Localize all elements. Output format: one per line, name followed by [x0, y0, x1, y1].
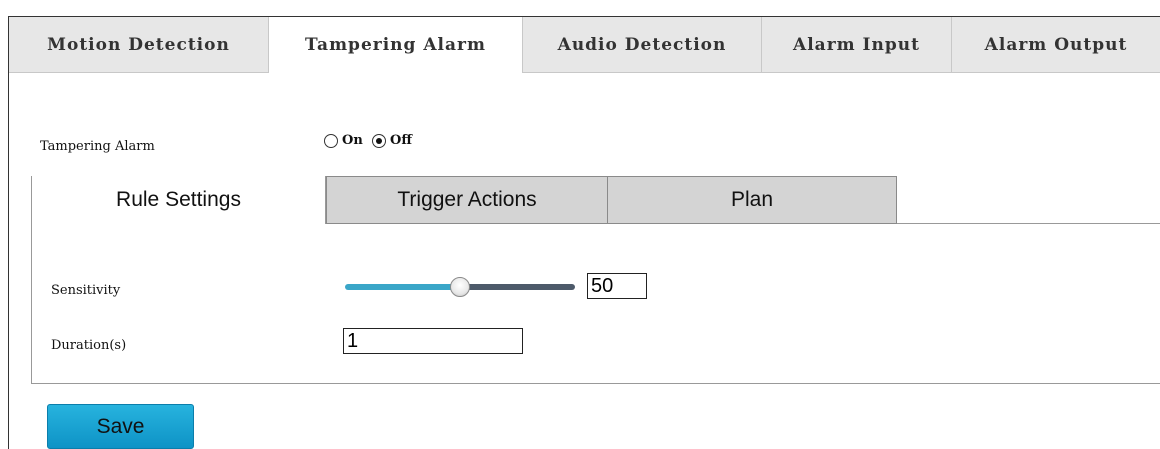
tab-trigger-actions[interactable]: Trigger Actions: [326, 176, 608, 224]
radio-on[interactable]: [324, 134, 338, 148]
sub-tab-bar: Rule Settings Trigger Actions Plan: [32, 176, 1160, 224]
save-button[interactable]: Save: [47, 404, 194, 449]
tab-motion-detection[interactable]: Motion Detection: [9, 17, 269, 72]
tab-tampering-alarm[interactable]: Tampering Alarm: [269, 17, 523, 73]
duration-input[interactable]: 1: [343, 328, 523, 354]
slider-track-empty: [460, 284, 575, 290]
tab-plan[interactable]: Plan: [608, 176, 897, 224]
tab-audio-detection[interactable]: Audio Detection: [523, 17, 762, 72]
duration-label: Duration(s): [51, 338, 127, 353]
tampering-alarm-label: Tampering Alarm: [40, 139, 155, 154]
radio-selected-dot: [376, 138, 382, 144]
tab-alarm-input[interactable]: Alarm Input: [762, 17, 952, 72]
radio-on-label: On: [342, 133, 363, 148]
tab-rule-settings[interactable]: Rule Settings: [32, 176, 326, 224]
tab-alarm-output[interactable]: Alarm Output: [952, 17, 1160, 72]
slider-track-filled: [345, 284, 460, 290]
radio-off[interactable]: [372, 134, 386, 148]
sensitivity-input[interactable]: 50: [587, 273, 647, 299]
sensitivity-label: Sensitivity: [51, 283, 121, 298]
radio-off-label: Off: [390, 133, 412, 148]
slider-knob[interactable]: [450, 277, 470, 297]
top-tab-bar: Motion Detection Tampering Alarm Audio D…: [9, 17, 1160, 73]
